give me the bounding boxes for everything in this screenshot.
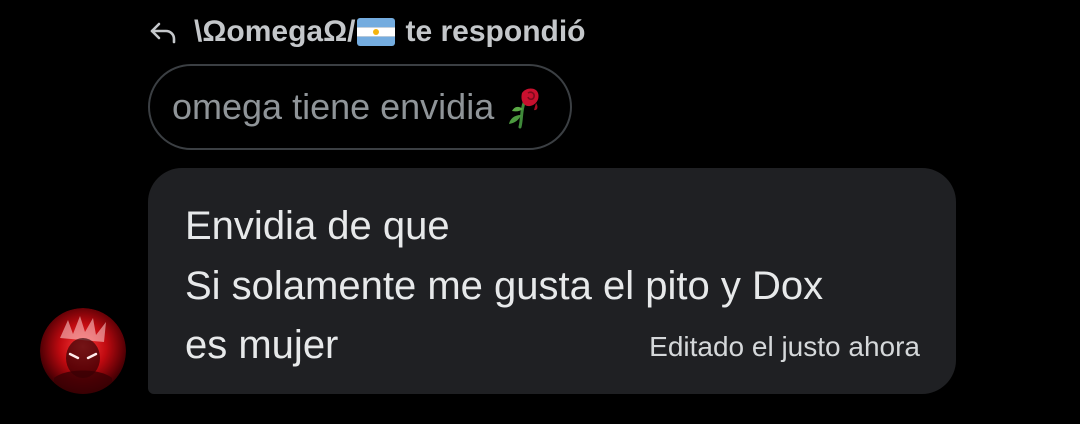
reply-username[interactable]: \ΩomegaΩ/ xyxy=(194,15,355,49)
edited-label[interactable]: Editado el justo ahora xyxy=(649,333,920,361)
user-avatar-icon[interactable] xyxy=(40,308,126,394)
quoted-message-text: omega tiene envidia xyxy=(172,86,495,127)
quoted-message[interactable]: omega tiene envidia xyxy=(148,64,573,150)
argentina-flag-icon xyxy=(357,18,396,46)
reply-action-text: te respondió xyxy=(405,15,586,48)
wilted-rose-icon xyxy=(506,85,542,129)
message-line-3: es mujer xyxy=(185,323,339,367)
reply-arrow-icon xyxy=(148,17,178,47)
message-line-2: Si solamente me gusta el pito y Dox xyxy=(185,264,824,308)
message-line-1: Envidia de que xyxy=(185,204,450,248)
message-bubble[interactable]: Envidia de que Si solamente me gusta el … xyxy=(148,168,956,394)
reply-context-header: \ΩomegaΩ/ te respondió xyxy=(148,12,586,52)
dm-conversation: \ΩomegaΩ/ te respondió omega tiene envid… xyxy=(0,0,1080,424)
